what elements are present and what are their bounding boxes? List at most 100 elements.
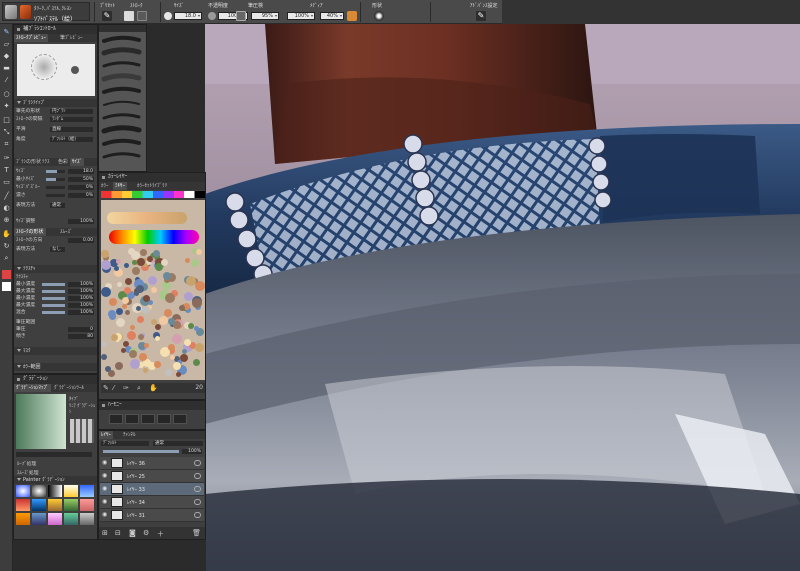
tab-gradient-map[interactable]: ｸﾞﾗﾃﾞｰｼｮﾝﾏｯﾌﾟ xyxy=(14,384,51,392)
blender-tool-icon[interactable]: ◆ xyxy=(2,52,11,60)
layer-row[interactable]: ◉ ﾚｲﾔｰ 25 xyxy=(100,470,204,483)
stroke-dropdown[interactable]: なし xyxy=(50,247,65,252)
size-field[interactable]: 18.0 xyxy=(174,12,202,20)
eraser2-tool-icon[interactable]: ▬ xyxy=(2,64,11,72)
harmony-swatch[interactable] xyxy=(109,414,123,424)
layer-row[interactable]: ◉ ﾚｲﾔｰ 34 xyxy=(100,496,204,509)
harmony-swatch[interactable] xyxy=(125,414,139,424)
stroke-row[interactable]: ｽﾄﾛｰｸの方向 0.00 xyxy=(16,237,95,244)
slider-row[interactable]: ｻｲｽﾞﾊﾟｽﾞﾙｰ 0% xyxy=(16,184,95,191)
visibility-eye-icon[interactable]: ◉ xyxy=(102,486,108,492)
slider-row[interactable]: 最小ｻｲｽﾞ 50% xyxy=(16,176,95,183)
harmony-swatch[interactable] xyxy=(141,414,155,424)
tab-texture[interactable]: ﾃｸｽ xyxy=(40,158,52,166)
gradient-preset-swatch[interactable] xyxy=(32,499,46,511)
brush-tool-icon[interactable]: ✎ xyxy=(2,28,11,36)
freehand-stroke-icon[interactable] xyxy=(124,11,134,21)
mixer-pad[interactable] xyxy=(101,200,205,380)
fill-tool-icon[interactable]: ◐ xyxy=(2,204,11,212)
transform-tool-icon[interactable]: ⤡ xyxy=(2,128,11,136)
preset-brush-icon[interactable]: ✎ xyxy=(102,11,112,21)
rect-select-icon[interactable]: □ xyxy=(2,116,11,124)
main-color-swatch[interactable] xyxy=(2,270,11,279)
tab-color[interactable]: ｶﾗｰ xyxy=(99,182,111,190)
layer-lock-icon[interactable] xyxy=(194,460,201,466)
gradient-preset-swatch[interactable] xyxy=(48,513,62,525)
dropper-tool-icon[interactable]: ⁄ xyxy=(2,76,11,84)
gradient-preset-swatch[interactable] xyxy=(80,485,94,497)
mixer-zoom-icon[interactable]: ⌕ xyxy=(137,384,141,393)
gradient-slider[interactable] xyxy=(16,452,92,457)
composite-dropdown[interactable]: 通常 xyxy=(153,441,203,446)
texture-row[interactable]: 最小濃度 100% xyxy=(16,295,95,302)
smooth-checkbox-label[interactable]: ｽﾑｰｽﾞ処理 xyxy=(17,469,39,476)
tab-channels[interactable]: ﾁｬﾝﾈﾙ xyxy=(121,431,138,439)
shape-dab-icon[interactable] xyxy=(374,11,384,21)
mixer-brush-icon[interactable]: ✎ xyxy=(103,384,109,392)
layer-lock-icon[interactable] xyxy=(194,499,201,505)
tab-mixer[interactable]: ﾐｷｻｰ xyxy=(113,182,128,190)
new-group-icon[interactable]: ⊟ xyxy=(115,529,121,537)
gradient-preset-swatch[interactable] xyxy=(48,499,62,511)
tab-gradient-tool[interactable]: ｸﾞﾗﾃﾞｰｼｮﾝﾂｰﾙ xyxy=(52,384,86,392)
texture-row[interactable]: 最大濃度 100% xyxy=(16,288,95,295)
brush-tip-header[interactable]: ﾌﾞﾗｼﾃｲｯﾌﾟ xyxy=(14,99,97,107)
tab-size[interactable]: ｻｲｽﾞ xyxy=(70,158,85,166)
layer-lock-icon[interactable] xyxy=(194,473,201,479)
gradient-preset-swatch[interactable] xyxy=(80,499,94,511)
crop-tool-icon[interactable]: ⌗ xyxy=(2,140,11,148)
gradient-type-buttons[interactable] xyxy=(70,419,94,443)
layer-row[interactable]: ◉ ﾚｲﾔｰ 31 xyxy=(100,509,204,522)
extra-row[interactable]: 筆圧 0 xyxy=(16,326,95,333)
mixer-mix-icon[interactable]: ✑ xyxy=(123,384,129,392)
media-a-field[interactable]: 100% xyxy=(287,12,315,20)
brush-stroke-list[interactable] xyxy=(99,33,147,172)
layer-row-selected[interactable]: ◉ ﾚｲﾔｰ 33 xyxy=(100,483,204,496)
texture-row[interactable]: 混合 100% xyxy=(16,309,95,316)
prop-dropdown[interactable]: ﾗﾝﾀﾞﾑ xyxy=(50,117,93,122)
media-grain-icon[interactable] xyxy=(347,11,357,21)
gradient-preset-swatch[interactable] xyxy=(16,513,30,525)
rotate-tool-icon[interactable]: ↻ xyxy=(2,242,11,250)
texture-row[interactable]: 最小濃度 100% xyxy=(16,281,95,288)
blend-dropdown[interactable]: ﾃﾞﾌｫﾙﾄ xyxy=(101,441,149,446)
dynamic-plugin-icon[interactable]: ⚙ xyxy=(143,529,149,537)
prop-dropdown[interactable]: 直線 xyxy=(50,127,93,132)
gradient-preset-swatch[interactable] xyxy=(64,499,78,511)
tab-color[interactable]: 色彩 xyxy=(56,158,70,166)
shape-tool-icon[interactable]: ▭ xyxy=(2,178,11,186)
new-layer-icon[interactable]: ＋ xyxy=(157,529,164,539)
straight-line-stroke-icon[interactable] xyxy=(137,11,147,21)
visibility-eye-icon[interactable]: ◉ xyxy=(102,512,108,518)
tab-brush-shape[interactable]: ﾌﾞﾗｼの形状 xyxy=(14,158,43,166)
tab-dab-preview[interactable]: 筆ﾌﾟﾚﾋﾞｭｰ xyxy=(58,34,85,42)
layer-attributes-icon[interactable]: ⊞ xyxy=(102,529,108,537)
visibility-eye-icon[interactable]: ◉ xyxy=(102,460,108,466)
tab-layers[interactable]: ﾚｲﾔｰ xyxy=(99,431,114,439)
layer-lock-icon[interactable] xyxy=(194,486,201,492)
media-b-field[interactable]: 40% xyxy=(320,12,344,20)
tab-stroke-preview[interactable]: ｽﾄﾛｰｸﾌﾟﾚﾋﾞｭｰ xyxy=(14,34,49,42)
gradient-preset-swatch[interactable] xyxy=(16,499,30,511)
mode-dropdown[interactable]: 通常 xyxy=(50,203,65,208)
harmony-swatch[interactable] xyxy=(157,414,171,424)
clone-tool-icon[interactable]: ⊕ xyxy=(2,216,11,224)
prop-dropdown[interactable]: ﾃﾞﾌｫﾙﾄ（絵） xyxy=(50,137,93,142)
tab-stroke-shape[interactable]: ｽﾄﾛｰｸの形状 xyxy=(14,228,46,236)
current-brush-badge[interactable]: ﾀﾘｰｸ､ﾊﾟｽﾃﾙ､ｸﾚﾖﾝ ｿﾌﾄﾊﾟｽﾃﾙ（絵） xyxy=(2,2,90,23)
slider-row[interactable]: 濃さ 0% xyxy=(16,192,95,199)
gradient-preset-swatch[interactable] xyxy=(32,485,46,497)
gradient-preset-swatch[interactable] xyxy=(64,513,78,525)
painter-gradients-header[interactable]: Painter ｸﾞﾗﾃﾞｰｼｮﾝ xyxy=(14,476,97,484)
mixer-palette-strip[interactable] xyxy=(101,191,205,198)
pen-tool-icon[interactable]: ✑ xyxy=(2,154,11,162)
texture-header[interactable]: ﾃｸｽﾁｬ xyxy=(14,265,97,273)
gradient-preset-swatch[interactable] xyxy=(16,485,30,497)
tab-color-set-library[interactable]: ｶﾗｰｾｯﾄﾗｲﾌﾞﾗﾘ xyxy=(135,182,169,190)
canvas[interactable] xyxy=(205,24,800,571)
visibility-eye-icon[interactable]: ◉ xyxy=(102,473,108,479)
texture-row[interactable]: ﾃｸｽﾁｬ xyxy=(16,274,95,281)
magic-wand-icon[interactable]: ✦ xyxy=(2,102,11,110)
color-range-header[interactable]: ｶﾗｰ範囲 xyxy=(14,363,97,371)
pressure-field[interactable]: 95% xyxy=(251,12,279,20)
